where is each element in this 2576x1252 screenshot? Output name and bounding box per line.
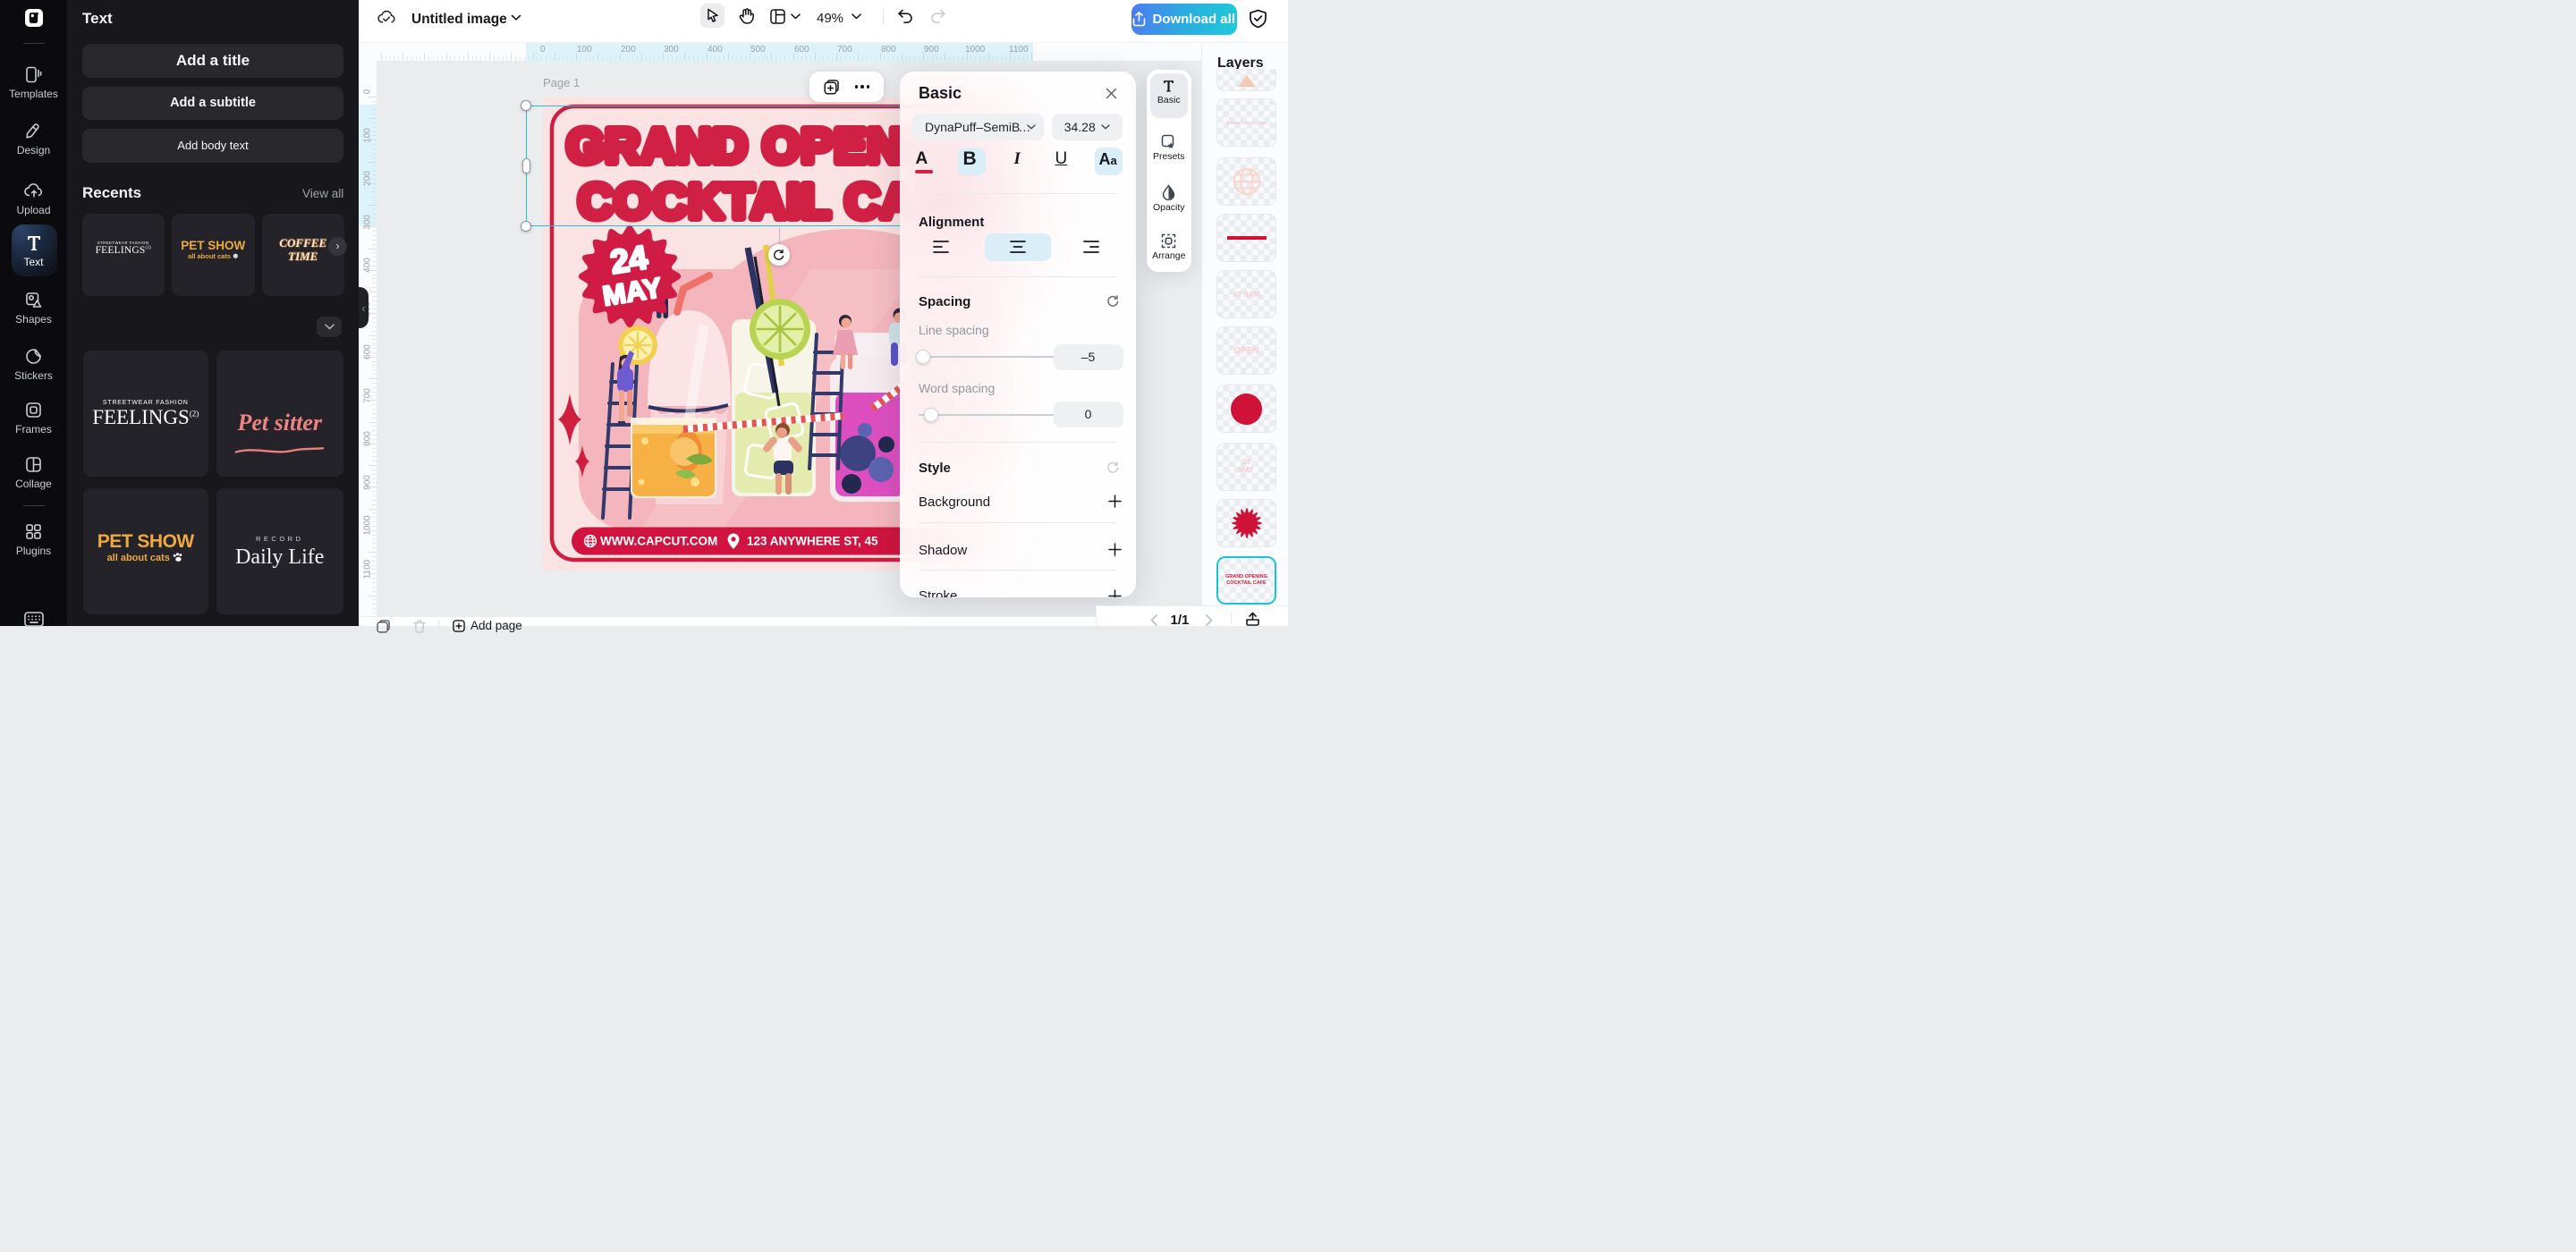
svg-text:WWW.CAPCUT.COM: WWW.CAPCUT.COM <box>600 534 717 547</box>
svg-text:123 ANYWHERE ST, 45: 123 ANYWHERE ST, 45 <box>747 534 878 547</box>
